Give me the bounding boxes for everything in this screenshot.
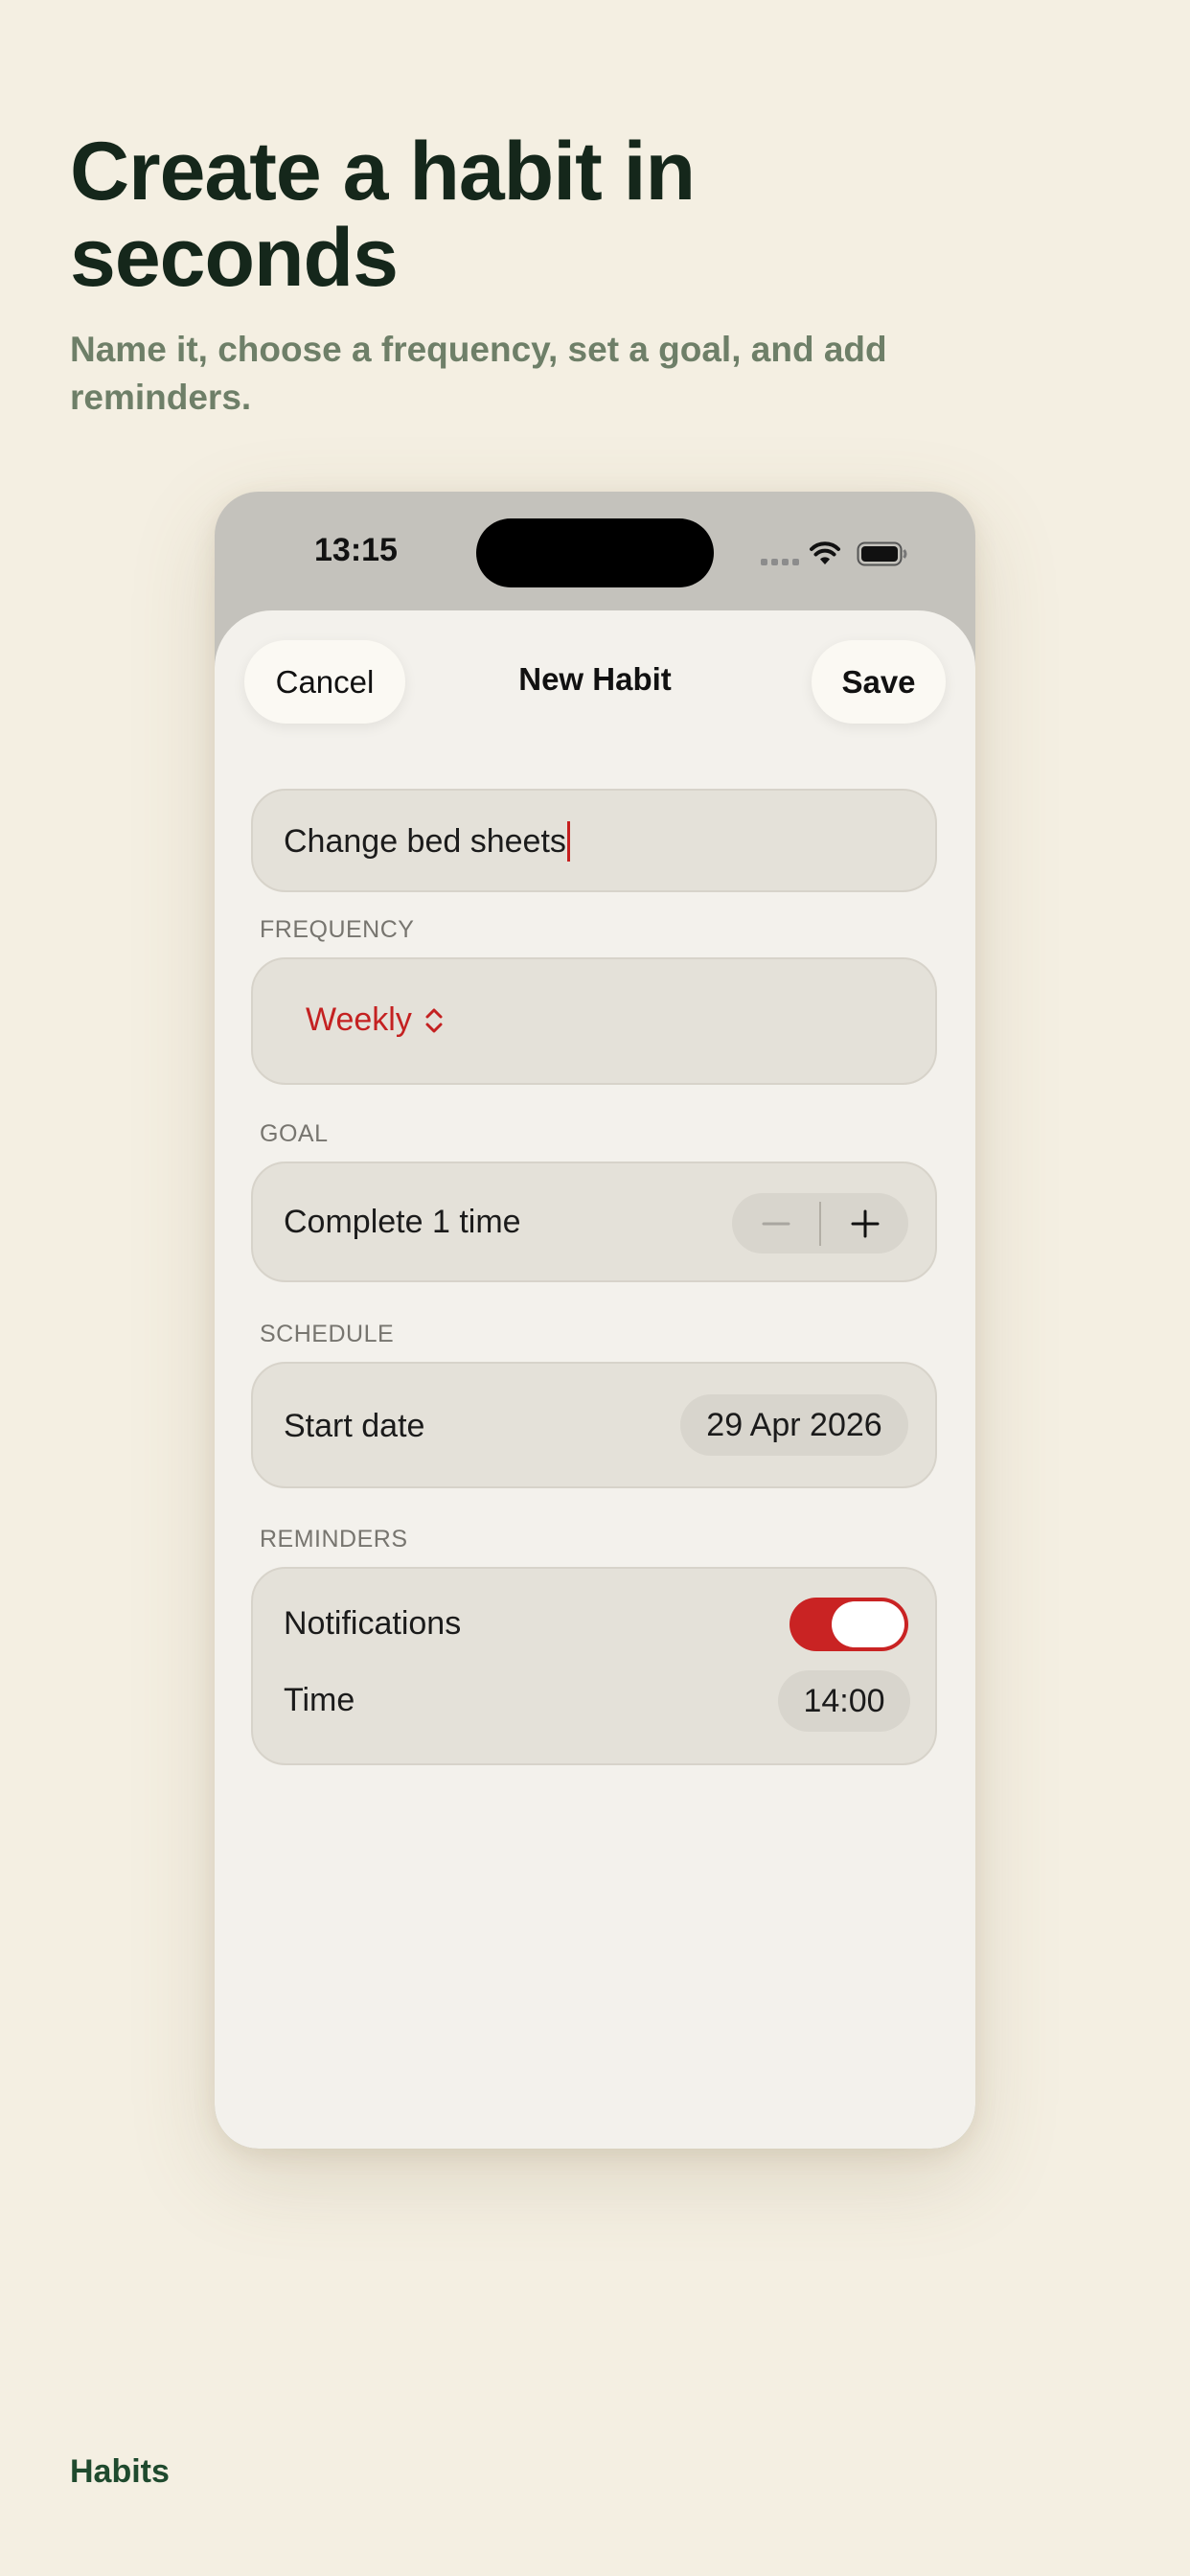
start-date-picker[interactable]: 29 Apr 2026 [680, 1394, 908, 1456]
plus-icon [851, 1209, 879, 1237]
reminder-time-picker[interactable]: 14:00 [778, 1670, 910, 1732]
goal-card: Complete 1 time [251, 1162, 937, 1282]
new-habit-sheet: Cancel New Habit Save Change bed sheets … [215, 610, 975, 2149]
habit-name-input[interactable]: Change bed sheets [284, 821, 570, 862]
reminders-section-label: REMINDERS [260, 1526, 408, 1552]
notifications-toggle[interactable] [790, 1598, 908, 1651]
wifi-icon [810, 541, 840, 564]
save-button[interactable]: Save [812, 640, 946, 724]
battery-icon [857, 541, 907, 566]
promo-headline: Create a habit in seconds [70, 126, 696, 304]
habit-name-value: Change bed sheets [284, 822, 566, 860]
increment-button[interactable] [821, 1193, 908, 1254]
frequency-picker[interactable]: Weekly [306, 1001, 445, 1039]
goal-stepper [732, 1193, 908, 1254]
schedule-section-label: SCHEDULE [260, 1321, 395, 1347]
frequency-section-label: FREQUENCY [260, 916, 415, 943]
text-cursor [566, 821, 570, 862]
reminders-card: Notifications Time 14:00 [251, 1567, 937, 1765]
start-date-label: Start date [284, 1408, 425, 1444]
status-time: 13:15 [314, 532, 398, 568]
habit-name-field[interactable]: Change bed sheets [251, 789, 937, 892]
notifications-label: Notifications [284, 1605, 462, 1642]
dynamic-island [476, 518, 714, 587]
frequency-value: Weekly [306, 1001, 412, 1038]
schedule-card: Start date 29 Apr 2026 [251, 1362, 937, 1488]
goal-section-label: GOAL [260, 1120, 329, 1147]
decrement-button[interactable] [732, 1193, 819, 1254]
minus-icon [762, 1222, 790, 1225]
promo-subheadline: Name it, choose a frequency, set a goal,… [70, 330, 887, 417]
brand-wordmark: Habits [70, 2453, 170, 2490]
phone-frame: 13:15 Cancel New Habit Save Change bed s… [215, 492, 975, 2149]
cellular-signal-icon [761, 559, 799, 565]
toggle-knob [832, 1601, 904, 1647]
goal-text: Complete 1 time [284, 1204, 521, 1240]
frequency-card: Weekly [251, 957, 937, 1085]
time-label: Time [284, 1682, 355, 1718]
chevron-up-down-icon [425, 1008, 443, 1032]
